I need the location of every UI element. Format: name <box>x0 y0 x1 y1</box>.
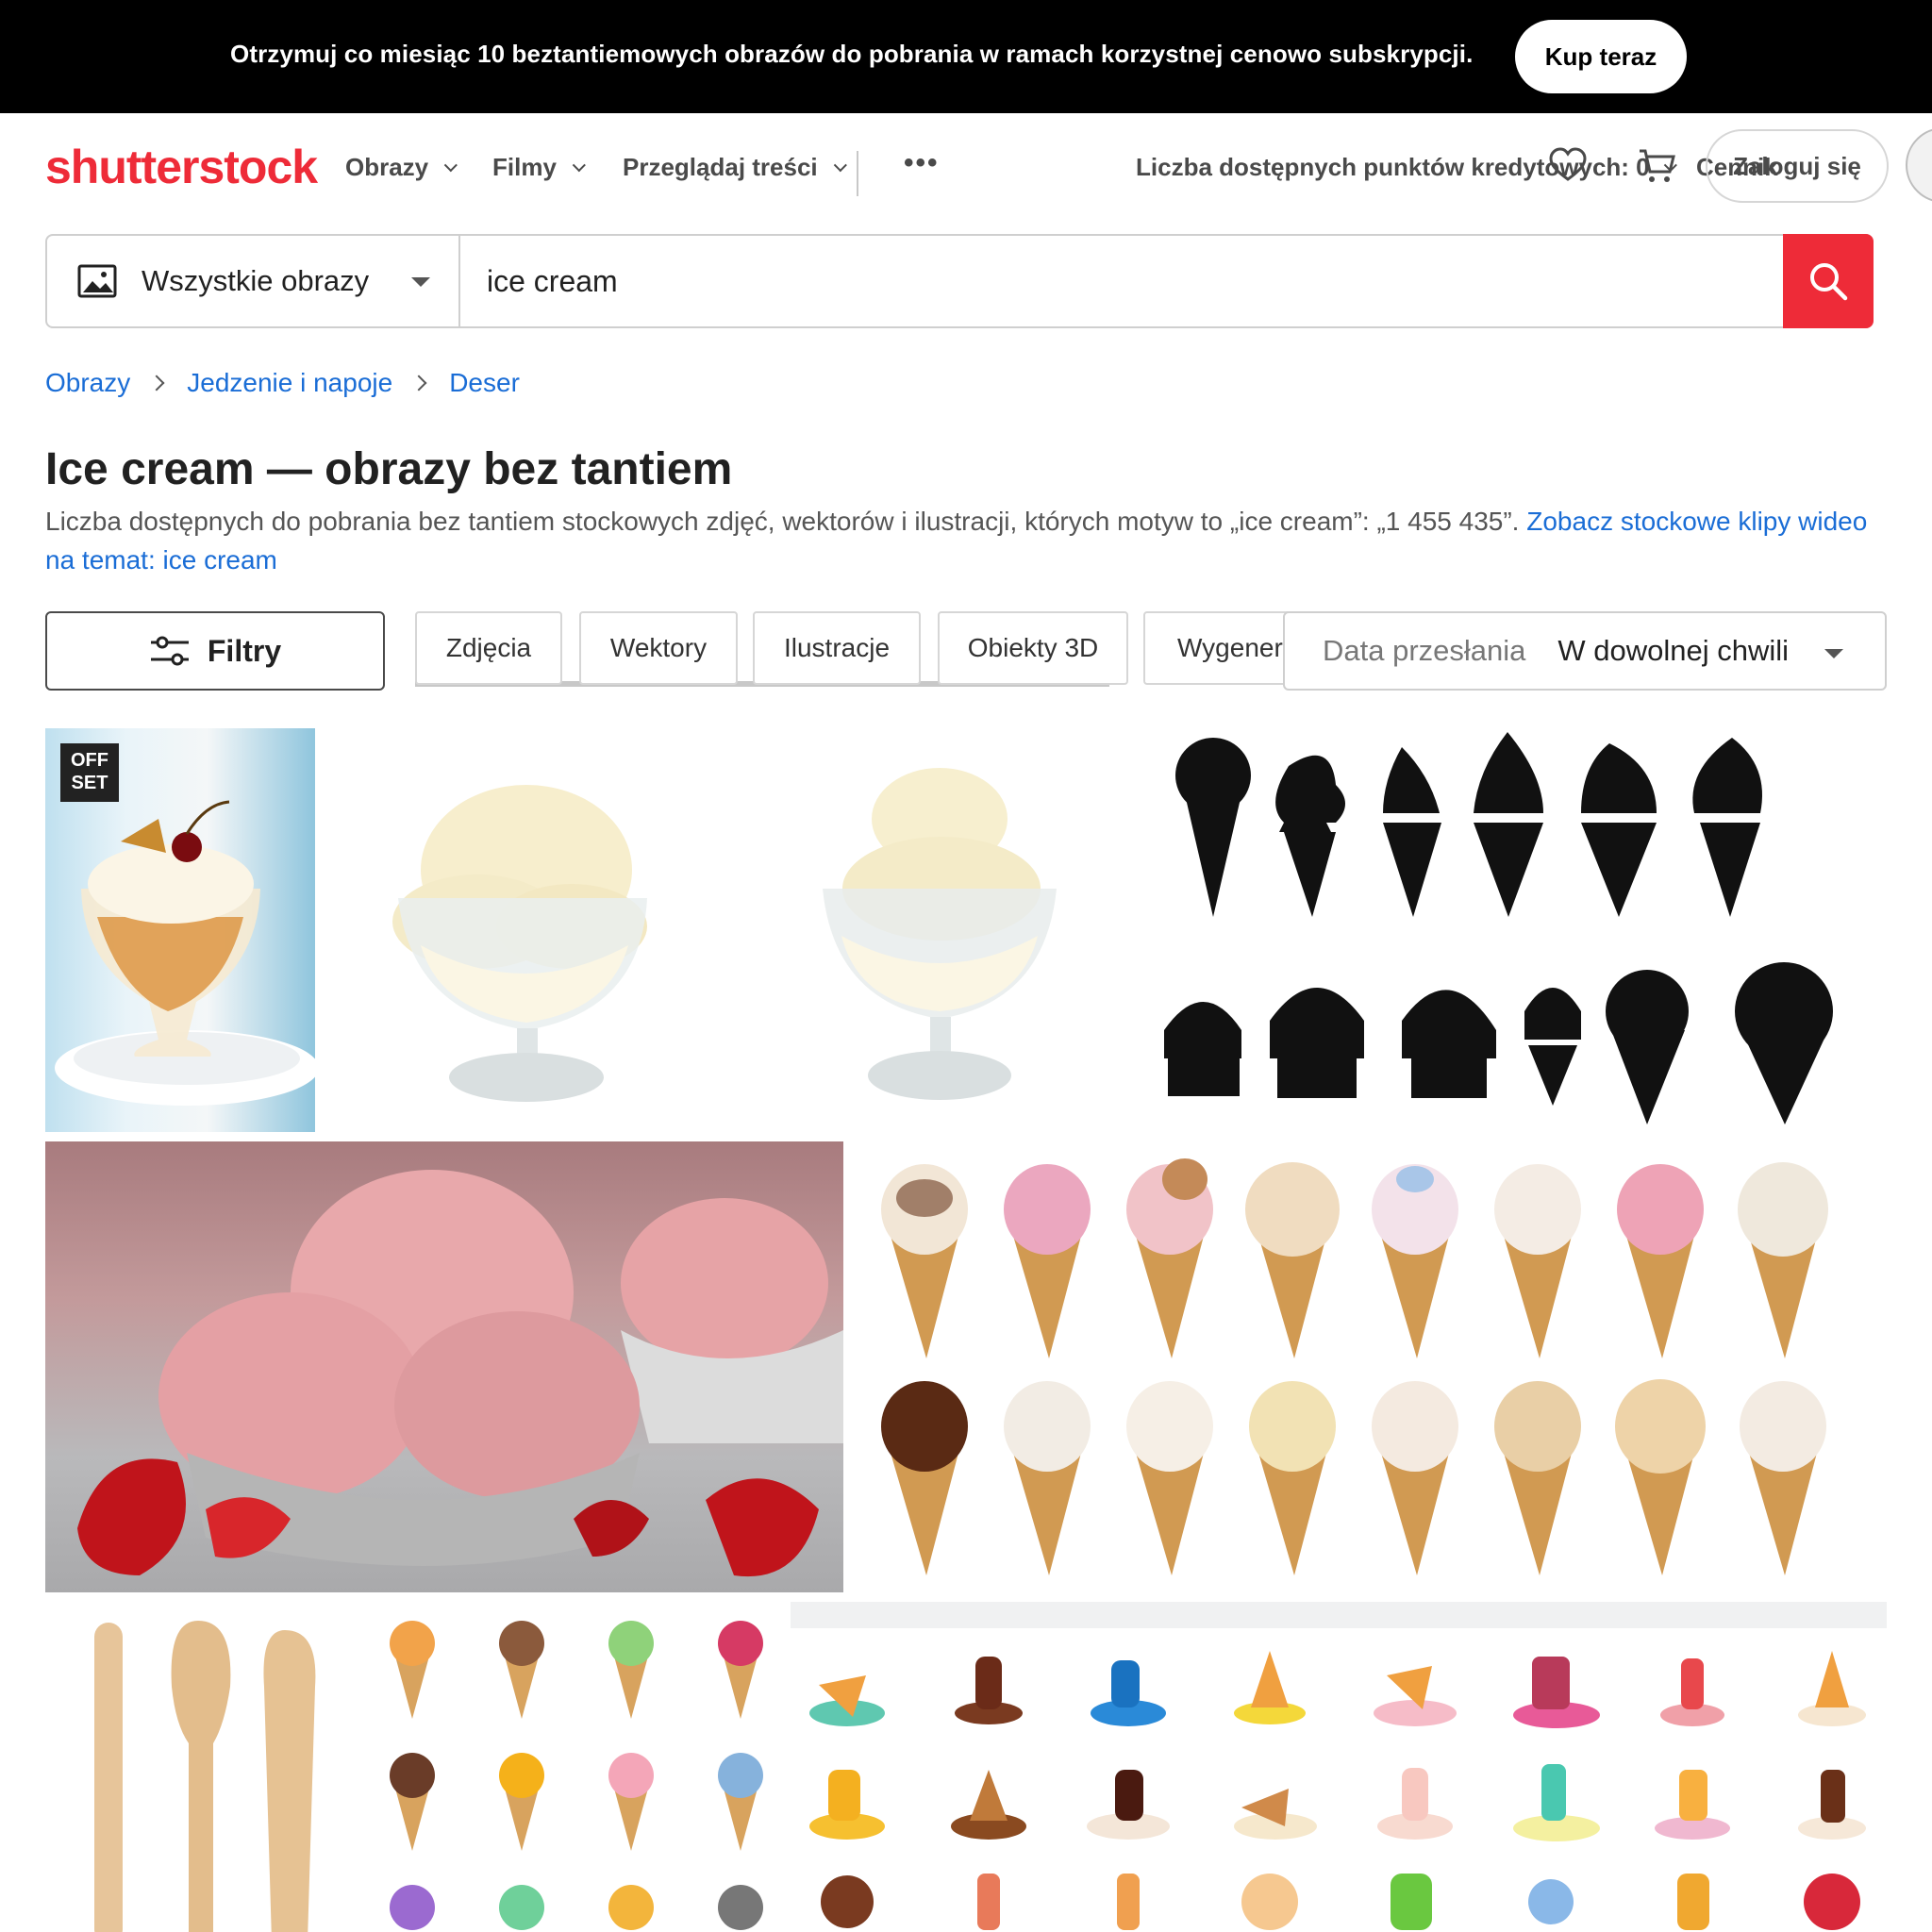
page-title: Ice cream — obrazy bez tantiem <box>45 444 733 494</box>
buy-now-button[interactable]: Kup teraz <box>1515 20 1687 93</box>
breadcrumb-images[interactable]: Obrazy <box>45 368 130 398</box>
search-icon <box>1810 263 1848 301</box>
search-button[interactable] <box>1783 234 1874 328</box>
nav-browse[interactable]: Przeglądaj treści <box>623 153 847 182</box>
chevron-right-icon <box>410 375 427 391</box>
nav-browse-label: Przeglądaj treści <box>623 153 818 181</box>
chevron-down-icon <box>572 158 586 172</box>
image-tile-vanilla-bowl-2[interactable] <box>743 728 1140 1132</box>
chip-3d-objects[interactable]: Obiekty 3D <box>938 611 1128 685</box>
upload-date-label: Data przesłania <box>1323 634 1526 667</box>
search-input[interactable] <box>487 258 1760 304</box>
image-tile-vanilla-bowl-1[interactable] <box>336 728 723 1132</box>
upload-date-value: W dowolnej chwili <box>1557 634 1790 667</box>
avatar[interactable] <box>1906 127 1932 203</box>
filters-label: Filtry <box>207 633 282 668</box>
search-type-dropdown[interactable]: Wszystkie obrazy <box>47 236 460 326</box>
image-tile-wooden-spoons[interactable] <box>45 1602 372 1932</box>
login-button[interactable]: Zaloguj się <box>1706 129 1889 203</box>
nav-videos[interactable]: Filmy <box>492 153 586 182</box>
caret-down-icon <box>411 277 430 287</box>
offset-badge: OFF SET <box>60 743 119 802</box>
image-tile-melted[interactable] <box>791 1602 1887 1932</box>
chevron-down-icon <box>443 158 458 172</box>
more-menu-icon[interactable]: ••• <box>904 147 940 179</box>
chip-vectors[interactable]: Wektory <box>579 611 738 685</box>
image-tile-sundae[interactable]: OFF SET <box>45 728 315 1132</box>
image-tile-silhouettes[interactable] <box>1147 728 1887 1132</box>
breadcrumb-food-drink[interactable]: Jedzenie i napoje <box>187 368 392 398</box>
chevron-right-icon <box>148 375 165 391</box>
nav-videos-label: Filmy <box>492 153 557 181</box>
image-tile-small-cones[interactable] <box>377 1602 779 1932</box>
page-subtitle: Liczba dostępnych do pobrania bez tantie… <box>45 502 1885 579</box>
nav-images[interactable]: Obrazy <box>345 153 458 182</box>
breadcrumb-dessert[interactable]: Deser <box>449 368 520 398</box>
vanilla-bowl-image <box>392 785 647 1102</box>
chip-illustrations[interactable]: Ilustracje <box>753 611 921 685</box>
wooden-spoons-image <box>94 1621 316 1932</box>
shutterstock-logo[interactable]: shutterstock <box>45 140 318 194</box>
image-tile-strawberry[interactable] <box>45 1141 843 1592</box>
caret-down-icon <box>1824 649 1843 658</box>
strawberry-icecream-image <box>77 1170 843 1577</box>
credits-indicator[interactable]: Liczba dostępnych punktów kredytowych: 0 <box>1136 153 1677 182</box>
nav-images-label: Obrazy <box>345 153 429 181</box>
vanilla-bowl-image <box>823 768 1057 1100</box>
search-bar: Wszystkie obrazy <box>45 234 1874 328</box>
melted-icecream-image <box>809 1651 1866 1930</box>
heart-icon[interactable] <box>1549 147 1587 183</box>
breadcrumb: Obrazy Jedzenie i napoje Deser <box>45 368 520 398</box>
chevron-down-icon <box>833 158 847 172</box>
chip-photos[interactable]: Zdjęcia <box>415 611 562 685</box>
filters-button[interactable]: Filtry <box>45 611 385 691</box>
small-cones-image <box>390 1621 763 1930</box>
cart-icon[interactable] <box>1638 147 1677 185</box>
image-tile-cones[interactable] <box>853 1141 1887 1592</box>
icecream-silhouettes-image <box>1164 732 1833 1124</box>
image-icon <box>77 264 117 298</box>
promo-banner: Otrzymuj co miesiąc 10 beztantiemowych o… <box>0 0 1932 113</box>
promo-text: Otrzymuj co miesiąc 10 beztantiemowych o… <box>230 40 1474 68</box>
search-type-label: Wszystkie obrazy <box>142 264 370 297</box>
upload-date-dropdown[interactable]: Data przesłania W dowolnej chwili <box>1283 611 1887 691</box>
nav-divider <box>857 151 858 196</box>
sliders-icon <box>150 636 189 666</box>
result-count-text: Liczba dostępnych do pobrania bez tantie… <box>45 507 1520 536</box>
icecream-cones-image <box>881 1158 1828 1575</box>
